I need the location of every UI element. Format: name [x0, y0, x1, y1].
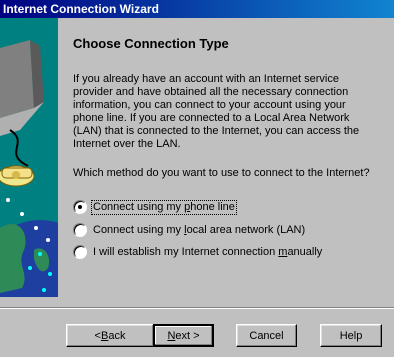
divider: [0, 307, 394, 309]
title-bar[interactable]: Internet Connection Wizard: [0, 0, 394, 18]
radio-manual[interactable]: [73, 245, 87, 259]
cancel-button[interactable]: Cancel: [236, 324, 297, 347]
radio-phone-line[interactable]: [73, 200, 87, 214]
option-manual[interactable]: I will establish my Internet connection …: [73, 244, 323, 260]
question-text: Which method do you want to use to conne…: [73, 167, 370, 179]
page-heading: Choose Connection Type: [73, 36, 229, 51]
help-button[interactable]: Help: [320, 324, 382, 347]
window-title: Internet Connection Wizard: [3, 2, 159, 16]
intro-text: If you already have an account with an I…: [73, 73, 360, 150]
option-lan[interactable]: Connect using my local area network (LAN…: [73, 222, 306, 238]
back-button[interactable]: < Back: [66, 324, 154, 347]
radio-lan[interactable]: [73, 223, 87, 237]
wizard-illustration: [0, 18, 58, 297]
option-phone-line-label[interactable]: Connect using my phone line: [91, 199, 237, 215]
option-phone-line[interactable]: Connect using my phone line: [73, 199, 237, 215]
computer-phone-globe-icon: [0, 18, 58, 297]
option-lan-label[interactable]: Connect using my local area network (LAN…: [92, 224, 306, 237]
option-manual-label[interactable]: I will establish my Internet connection …: [92, 246, 323, 259]
next-button[interactable]: Next >: [153, 324, 214, 347]
